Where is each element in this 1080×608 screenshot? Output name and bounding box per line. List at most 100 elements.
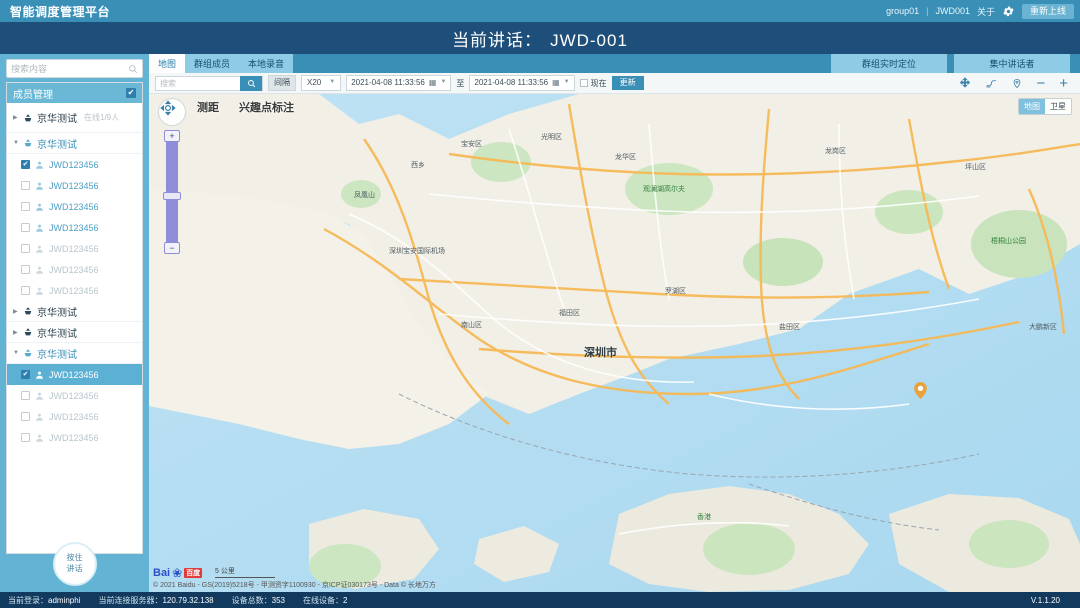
- interval-select[interactable]: X20 ▼: [301, 75, 342, 91]
- zoom-in-icon[interactable]: +: [1059, 75, 1068, 92]
- update-button[interactable]: 更新: [611, 76, 644, 90]
- member-row[interactable]: JWD123456: [7, 196, 142, 217]
- status-server-label: 当前连接服务器：: [98, 595, 163, 605]
- caret-right-icon[interactable]: ▶: [13, 329, 19, 336]
- group-row[interactable]: ▶ 京华测试 在线1/9人: [7, 103, 142, 133]
- map-zoom-in-button[interactable]: +: [164, 130, 180, 142]
- status-server: 当前连接服务器：120.79.32.138: [98, 595, 213, 606]
- calendar-icon[interactable]: ▦: [552, 78, 560, 88]
- member-row[interactable]: JWD123456: [7, 427, 142, 448]
- map-poi-label: 福田区: [559, 310, 580, 317]
- start-date-field[interactable]: 2021-04-08 11:33:56 ▦ ▼: [346, 75, 452, 91]
- map-zoom-out-button[interactable]: −: [164, 242, 180, 254]
- member-name: JWD123456: [49, 222, 99, 233]
- member-row[interactable]: JWD123456: [7, 406, 142, 427]
- ruler-icon[interactable]: [985, 77, 998, 89]
- poi-annotation-tool[interactable]: 兴趣点标注: [239, 99, 294, 115]
- member-checkbox[interactable]: [21, 265, 30, 274]
- tab-group-members[interactable]: 群组成员: [185, 54, 240, 73]
- member-checkbox[interactable]: [21, 202, 30, 211]
- map-type-satellite[interactable]: 卫星: [1045, 99, 1071, 114]
- toolbar-search-button[interactable]: [240, 75, 262, 91]
- ptt-container: 按住 讲话: [0, 542, 149, 586]
- gear-icon[interactable]: [1002, 5, 1015, 18]
- map-canvas[interactable]: 深圳市 凤凰山 西乡 宝安区 深圳宝安国际机场 南山区 福田区 罗湖区 龙岗区 …: [149, 94, 1080, 592]
- map-marker-pin[interactable]: [914, 382, 927, 399]
- push-to-talk-button[interactable]: 按住 讲话: [52, 542, 97, 586]
- caret-down-icon[interactable]: ▼: [13, 140, 19, 146]
- relogin-button[interactable]: 重新上线: [1021, 3, 1074, 19]
- member-row[interactable]: JWD123456: [7, 175, 142, 196]
- member-row[interactable]: JWD123456: [7, 238, 142, 259]
- member-checkbox[interactable]: [21, 412, 30, 421]
- member-checkbox[interactable]: ✔: [21, 160, 30, 169]
- end-date-field[interactable]: 2021-04-08 11:33:56 ▦ ▼: [469, 75, 575, 91]
- status-server-value: 120.79.32.138: [162, 595, 214, 605]
- map-pan-compass[interactable]: [158, 98, 186, 126]
- user-icon: [36, 287, 43, 295]
- tab-active-speakers[interactable]: 集中讲话者: [954, 54, 1070, 73]
- member-name: JWD123456: [49, 369, 99, 380]
- member-checkbox[interactable]: [21, 244, 30, 253]
- member-row[interactable]: ✔ JWD123456: [7, 154, 142, 175]
- sidebar-search[interactable]: [6, 59, 143, 78]
- member-checkbox[interactable]: [21, 223, 30, 232]
- measure-distance-tool[interactable]: 测距: [197, 99, 219, 115]
- status-version: V.1.1.20: [1030, 595, 1060, 605]
- group-row[interactable]: ▼ 京华测试: [7, 133, 142, 154]
- select-all-checkbox[interactable]: ✔: [126, 88, 136, 98]
- member-name: JWD123456: [49, 264, 99, 275]
- tab-group-realtime-location[interactable]: 群组实时定位: [831, 54, 947, 73]
- start-date-value: 2021-04-08 11:33:56: [351, 78, 425, 88]
- member-row[interactable]: ✔ JWD123456: [7, 364, 142, 385]
- member-checkbox[interactable]: [21, 286, 30, 295]
- member-name: JWD123456: [49, 180, 99, 191]
- user-icon: [36, 371, 43, 379]
- status-login-value: adminphi: [48, 595, 81, 605]
- caret-down-icon[interactable]: ▼: [13, 350, 19, 356]
- pan-icon[interactable]: [959, 77, 971, 89]
- user-icon: [36, 182, 43, 190]
- now-checkbox-group[interactable]: 现在: [579, 78, 607, 89]
- header-group-name: group01: [886, 6, 920, 16]
- tab-map[interactable]: 地图: [149, 54, 186, 73]
- zoom-slider-handle[interactable]: [163, 192, 181, 200]
- group-row[interactable]: ▼ 京华测试: [7, 343, 142, 364]
- calendar-icon[interactable]: ▦: [429, 78, 437, 88]
- member-tree[interactable]: ▶ 京华测试 在线1/9人 ▼ 京华测试 ✔ JWD123456 JWD123456 JWD12…: [7, 103, 142, 553]
- current-speaker-banner: 当前讲话： JWD-001: [0, 22, 1080, 54]
- member-row[interactable]: JWD123456: [7, 217, 142, 238]
- date-range-separator: 至: [456, 78, 465, 88]
- caret-right-icon[interactable]: ▶: [13, 114, 19, 121]
- group-icon: [24, 113, 32, 121]
- member-row[interactable]: JWD123456: [7, 385, 142, 406]
- caret-right-icon[interactable]: ▶: [13, 308, 19, 315]
- member-row[interactable]: JWD123456: [7, 280, 142, 301]
- group-row[interactable]: ▶ 京华测试: [7, 322, 142, 343]
- search-input[interactable]: [11, 63, 128, 74]
- member-row[interactable]: JWD123456: [7, 259, 142, 280]
- member-checkbox[interactable]: [21, 433, 30, 442]
- user-icon: [36, 245, 43, 253]
- map-type-map[interactable]: 地图: [1019, 99, 1045, 114]
- group-icon: [24, 139, 32, 147]
- map-type-switcher[interactable]: 地图 卫星: [1018, 98, 1072, 115]
- current-speaker-value: JWD-001: [550, 30, 628, 50]
- member-checkbox[interactable]: [21, 391, 30, 400]
- tab-local-recording[interactable]: 本地录音: [239, 54, 294, 73]
- toolbar-search-input[interactable]: [160, 78, 240, 88]
- zoom-out-icon[interactable]: −: [1036, 75, 1045, 92]
- now-checkbox[interactable]: [579, 79, 588, 87]
- map-toolbar: 间隔 X20 ▼ 2021-04-08 11:33:56 ▦ ▼ 至 2021-…: [149, 73, 1080, 94]
- status-login-label: 当前登录：: [8, 595, 48, 605]
- status-total-devices: 设备总数：353: [232, 595, 285, 606]
- member-checkbox[interactable]: [21, 181, 30, 190]
- member-name: JWD123456: [49, 243, 99, 254]
- map-poi-label: 龙华区: [615, 154, 636, 161]
- member-checkbox[interactable]: ✔: [21, 370, 30, 379]
- map-poi-label: 大鹏新区: [1029, 324, 1057, 331]
- marker-icon[interactable]: [1012, 77, 1022, 90]
- group-row[interactable]: ▶ 京华测试: [7, 301, 142, 322]
- toolbar-search[interactable]: [155, 75, 263, 91]
- about-link[interactable]: 关于: [977, 5, 995, 18]
